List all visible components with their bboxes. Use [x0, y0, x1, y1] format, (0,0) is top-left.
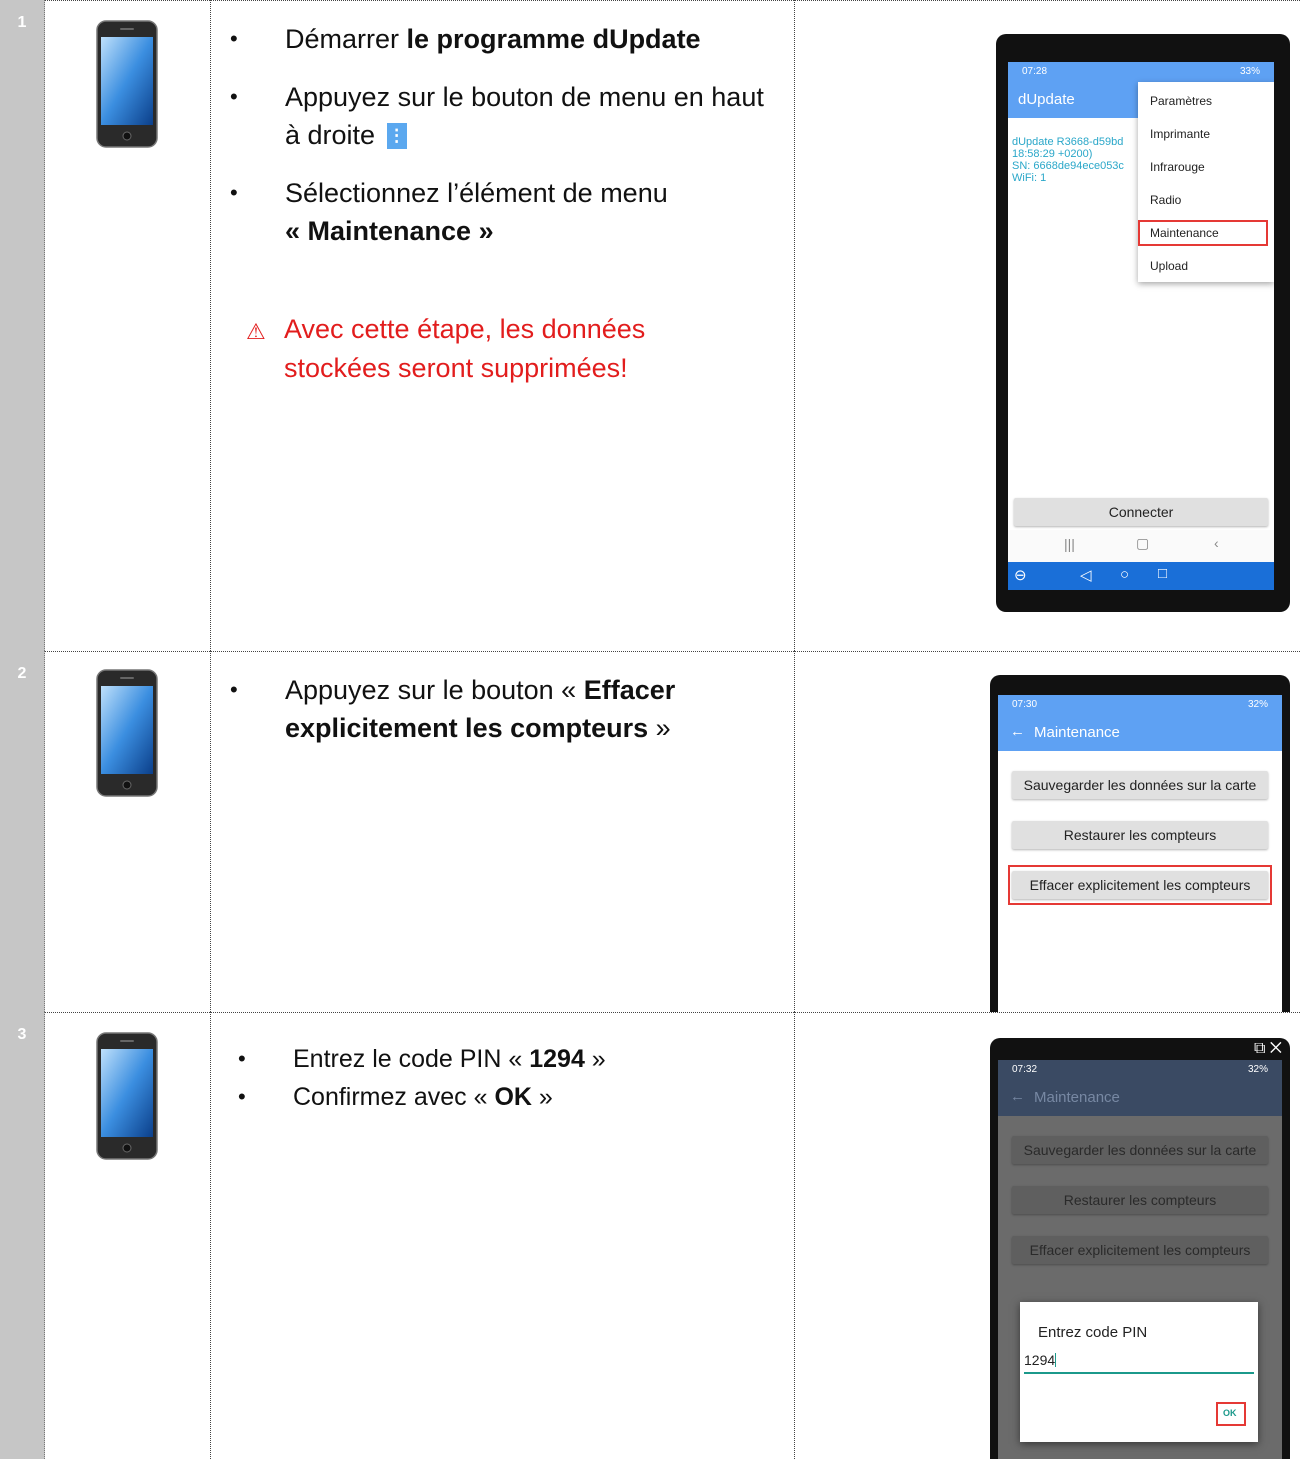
menu-item-imprimante[interactable]: Imprimante [1150, 127, 1210, 141]
step-row-3: 3 Entrez le code PIN « 1294 » Confirmez … [0, 1012, 1300, 1459]
status-time: 07:32 [1012, 1064, 1038, 1075]
dialog-title: Entrez code PIN [1038, 1324, 1148, 1341]
instruction-item: Entrez le code PIN « 1294 » [238, 1040, 778, 1078]
menu-item-radio[interactable]: Radio [1150, 193, 1181, 207]
save-data-button[interactable]: Sauvegarder les données sur la carte [1012, 771, 1268, 799]
teamviewer-icon[interactable]: ⊖ [1014, 566, 1027, 584]
step-number: 1 [17, 14, 27, 31]
instruction-item: Appuyez sur le bouton de menu en haut à … [230, 78, 770, 154]
quote-open: « [285, 216, 308, 246]
phone-screenshot-menu: 07:28 33% dUpdate dUpdate R3668-d59bd 18:… [996, 34, 1290, 612]
step-row-1: 1 Démarrer le programme dUpdate Appuyez … [0, 0, 1300, 651]
phone-screenshot-maintenance: 07:30 32% ← Maintenance Sauvegarder les d… [990, 675, 1290, 1012]
instruction-item: Confirmez avec « OK » [238, 1078, 778, 1116]
quote-close: » [584, 1045, 606, 1073]
smartphone-icon [96, 669, 158, 797]
back-icon[interactable]: ◁ [1080, 566, 1092, 584]
back-arrow-icon[interactable]: ← [1010, 1088, 1025, 1105]
text-cursor [1055, 1353, 1057, 1367]
menu-item-infrarouge[interactable]: Infrarouge [1150, 160, 1205, 174]
status-time: 07:28 [1022, 66, 1048, 77]
home-icon[interactable]: ▢ [1136, 535, 1149, 552]
instruction-item: Démarrer le programme dUpdate [230, 20, 770, 58]
pin-input-value: 1294 [1024, 1352, 1056, 1368]
recent-apps-icon[interactable]: ||| [1064, 536, 1075, 552]
app-title: dUpdate [1018, 91, 1075, 108]
quote-close: » [531, 1083, 553, 1111]
instruction-text: Sélectionnez l’élément de menu [285, 178, 668, 208]
phone-screenshot-pin-dialog: ⧉ ✕ 07:32 32% ← Maintenance Sauvegarder l… [990, 1038, 1290, 1459]
info-line: SN: 6668de94ece053c [1012, 160, 1124, 172]
info-line: 18:58:29 +0200) [1012, 148, 1093, 160]
screen-title: Maintenance [1034, 724, 1120, 741]
warning-text: Avec cette étape, les données stockées s… [284, 314, 646, 383]
status-time: 07:30 [1012, 699, 1038, 710]
step-instructions: Entrez le code PIN « 1294 » Confirmez av… [238, 1040, 778, 1116]
android-nav-bar: ||| ▢ ‹ [1008, 530, 1274, 562]
battery-level: 32% [1247, 1064, 1268, 1075]
step-instructions: Démarrer le programme dUpdate Appuyez su… [230, 20, 770, 250]
instruction-text: Entrez le code PIN « [293, 1045, 530, 1073]
device-info: dUpdate R3668-d59bd 18:58:29 +0200) SN: … [1012, 136, 1142, 184]
pin-dialog: Entrez code PIN 1294 OK [1020, 1302, 1258, 1442]
step-number-cell: 1 [0, 0, 45, 651]
clear-counters-button[interactable]: Effacer explicitement les compteurs [1012, 1236, 1268, 1264]
highlight-box [1008, 865, 1272, 905]
instruction-text: Démarrer [285, 24, 407, 54]
recent-apps-icon[interactable]: □ [1158, 565, 1167, 582]
instruction-item: Sélectionnez l’élément de menu « Maintena… [230, 174, 770, 250]
save-data-button[interactable]: Sauvegarder les données sur la carte [1012, 1136, 1268, 1164]
remote-nav-bar: ⊖ ◁ ○ □ [1008, 562, 1274, 590]
warning-icon: ⚠ [246, 319, 266, 344]
smartphone-icon [96, 20, 158, 148]
step-instructions: Appuyez sur le bouton « Effacer explicit… [230, 671, 770, 747]
instruction-text: Appuyez sur le bouton « [285, 675, 584, 705]
info-line: WiFi: 1 [1012, 172, 1047, 184]
menu-item-upload[interactable]: Upload [1150, 259, 1188, 273]
back-arrow-icon[interactable]: ← [1010, 723, 1025, 740]
instruction-item: Appuyez sur le bouton « Effacer explicit… [230, 671, 770, 747]
screen-title: Maintenance [1034, 1089, 1120, 1106]
pin-code: 1294 [529, 1045, 585, 1073]
kebab-menu-icon: ⋮ [386, 123, 407, 149]
info-line: dUpdate R3668-d59bd [1012, 136, 1124, 148]
restore-counters-button[interactable]: Restaurer les compteurs [1012, 1186, 1268, 1214]
instruction-text: Appuyez sur le bouton de menu en haut à … [285, 82, 764, 150]
step-number-cell: 3 [0, 1012, 45, 1459]
window-controls[interactable]: ⧉ ✕ [1254, 1040, 1282, 1058]
smartphone-icon [96, 1032, 158, 1160]
home-icon[interactable]: ○ [1120, 566, 1129, 583]
step-number: 2 [17, 665, 27, 682]
ok-text: OK [494, 1083, 532, 1111]
quote-close: » [471, 216, 494, 246]
menu-item-name: Maintenance [307, 216, 472, 246]
warning-note: ⚠ Avec cette étape, les données stockées… [246, 310, 746, 388]
connect-button[interactable]: Connecter [1014, 498, 1268, 526]
back-icon[interactable]: ‹ [1214, 535, 1219, 551]
instruction-text: Confirmez avec « [293, 1083, 495, 1111]
ok-button[interactable]: OK [1223, 1408, 1237, 1418]
step-number-cell: 2 [0, 651, 45, 1012]
highlight-box [1138, 220, 1268, 246]
restore-counters-button[interactable]: Restaurer les compteurs [1012, 821, 1268, 849]
menu-item-parametres[interactable]: Paramètres [1150, 94, 1212, 108]
quote-close: » [648, 713, 671, 743]
battery-level: 33% [1239, 66, 1260, 77]
step-number: 3 [17, 1026, 27, 1043]
program-name: le programme dUpdate [406, 24, 701, 54]
step-row-2: 2 Appuyez sur le bouton « Effacer explic… [0, 651, 1300, 1012]
battery-level: 32% [1247, 699, 1268, 710]
pin-input[interactable]: 1294 [1024, 1352, 1254, 1374]
overflow-menu: Paramètres Imprimante Infrarouge Radio M… [1138, 82, 1274, 282]
